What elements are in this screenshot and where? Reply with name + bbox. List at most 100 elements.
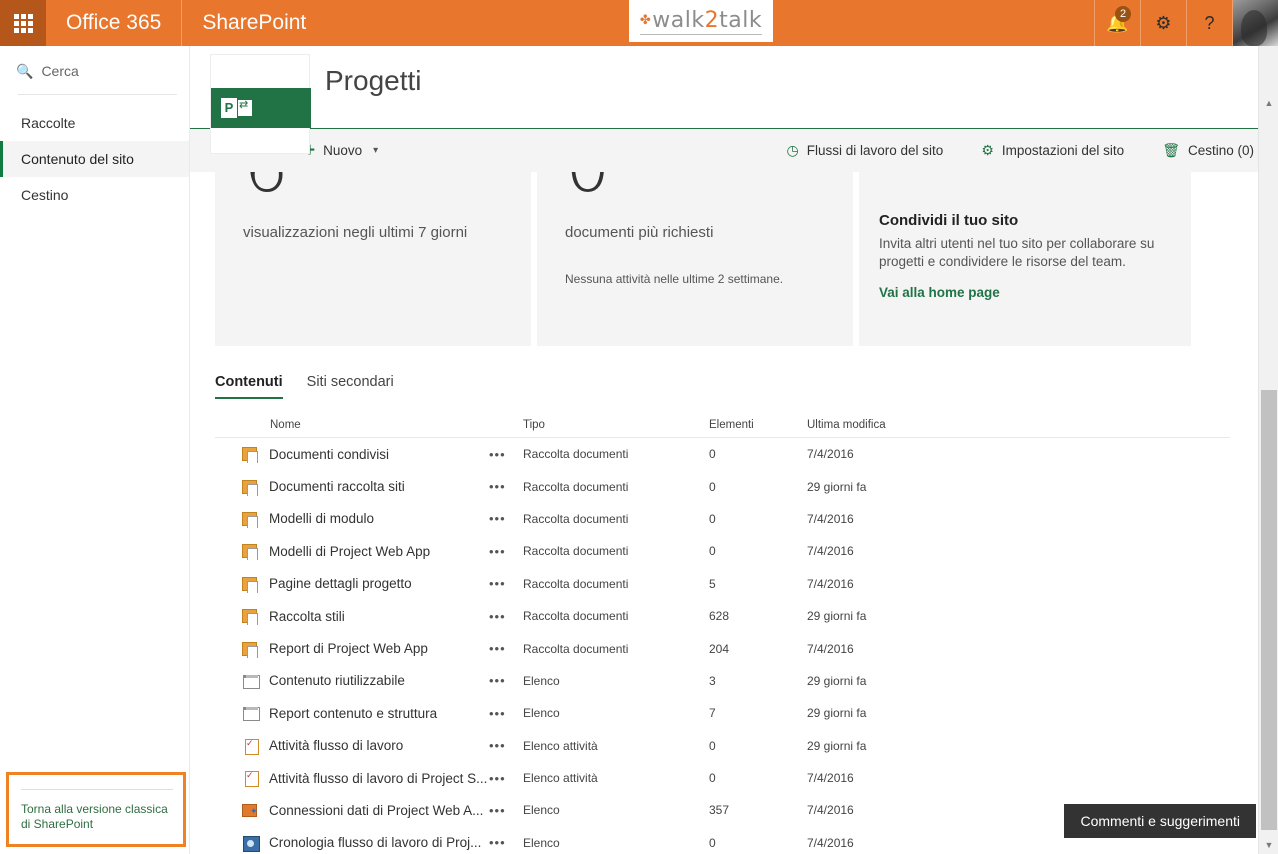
row-type-cell: Raccolta documenti xyxy=(523,511,629,526)
row-context-menu-button[interactable]: ••• xyxy=(489,835,523,850)
table-row[interactable]: Pagine dettagli progetto ••• Raccolta docu… xyxy=(215,568,1230,600)
row-name-cell[interactable]: Attività flusso di lavoro di Project S..… xyxy=(215,769,489,788)
column-header-elementi[interactable]: Elementi xyxy=(709,419,807,431)
notifications-button[interactable]: 🔔 2 xyxy=(1094,0,1140,46)
row-name-cell[interactable]: Documenti condivisi xyxy=(215,445,489,464)
table-row[interactable]: Contenuto riutilizzabile ••• Elenco 3 29 gio… xyxy=(215,665,1230,697)
classic-sharepoint-link[interactable]: Torna alla versione classica di SharePoi… xyxy=(21,802,173,832)
popular-docs-count: 0 xyxy=(565,172,611,202)
table-row[interactable]: Attività flusso di lavoro di Project S..… xyxy=(215,762,1230,794)
row-context-menu-button[interactable]: ••• xyxy=(489,609,523,624)
feedback-button[interactable]: Commenti e suggerimenti xyxy=(1064,804,1256,838)
row-modified-cell: 7/4/2016 xyxy=(807,511,854,526)
row-type-cell: Elenco attività xyxy=(523,738,598,753)
row-name-cell[interactable]: Modelli di modulo xyxy=(215,510,489,528)
data-connection-icon xyxy=(242,801,260,819)
command-bar-right: ◷ Flussi di lavoro del sito ⚙ Impostazio… xyxy=(783,129,1258,173)
row-context-menu-button[interactable]: ••• xyxy=(489,544,523,559)
row-type-cell: Raccolta documenti xyxy=(523,447,629,462)
row-name-label: Report contenuto e struttura xyxy=(269,705,438,721)
row-context-menu-button[interactable]: ••• xyxy=(489,803,523,818)
avatar[interactable] xyxy=(1232,0,1278,46)
table-row[interactable]: Raccolta stili ••• Raccolta documenti 628 29… xyxy=(215,600,1230,632)
page-title: Progetti xyxy=(325,65,422,96)
column-header-ultima-modifica[interactable]: Ultima modifica xyxy=(807,419,967,431)
document-library-icon xyxy=(242,510,260,528)
views-count: 6 xyxy=(243,172,289,202)
sidebar-item-cestino[interactable]: Cestino xyxy=(0,177,189,213)
table-row[interactable]: Documenti condivisi ••• Raccolta documenti… xyxy=(215,438,1230,470)
row-name-cell[interactable]: Cronologia flusso di lavoro di Proj... xyxy=(215,834,489,852)
ellipsis-icon: ••• xyxy=(489,479,506,495)
row-context-menu-button[interactable]: ••• xyxy=(489,738,523,753)
search-input[interactable]: 🔍 Cerca xyxy=(0,52,189,90)
site-workflows-button[interactable]: ◷ Flussi di lavoro del sito xyxy=(783,129,948,173)
site-logo-tile[interactable]: P xyxy=(210,54,311,154)
row-context-menu-button[interactable]: ••• xyxy=(489,771,523,786)
ellipsis-icon: ••• xyxy=(489,446,506,462)
row-context-menu-button[interactable]: ••• xyxy=(489,479,523,494)
row-context-menu-button[interactable]: ••• xyxy=(489,706,523,721)
site-settings-label: Impostazioni del sito xyxy=(1001,143,1125,158)
ellipsis-icon: ••• xyxy=(489,802,506,818)
site-logo-walk2talk[interactable]: ✤ walk 2 talk xyxy=(629,0,773,42)
scroll-down-arrow[interactable]: ▼ xyxy=(1259,836,1278,854)
row-name-cell[interactable]: Connessioni dati di Project Web A... xyxy=(215,801,489,819)
sidebar-item-raccolte[interactable]: Raccolte xyxy=(0,105,189,141)
ellipsis-icon: ••• xyxy=(489,511,506,527)
sharepoint-app-link[interactable]: SharePoint xyxy=(182,0,326,46)
row-name-cell[interactable]: Contenuto riutilizzabile xyxy=(215,672,489,690)
tab-contenuti[interactable]: Contenuti xyxy=(215,374,283,399)
ellipsis-icon: ••• xyxy=(489,835,506,851)
table-row[interactable]: Report contenuto e struttura ••• Elenco 7 29… xyxy=(215,697,1230,729)
row-items-cell: 357 xyxy=(709,803,730,818)
workflow-icon: ◷ xyxy=(786,142,799,158)
row-type-cell: Raccolta documenti xyxy=(523,479,629,494)
column-header-nome[interactable]: Nome xyxy=(215,419,489,431)
scrollbar-thumb[interactable] xyxy=(1261,390,1277,830)
classic-sharepoint-callout: Torna alla versione classica di SharePoi… xyxy=(6,772,186,847)
ellipsis-icon: ••• xyxy=(489,738,506,754)
help-button[interactable]: ? xyxy=(1186,0,1232,46)
command-bar-left: + Nuovo ▾ xyxy=(300,129,382,173)
go-to-home-page-link[interactable]: Vai alla home page xyxy=(879,285,1000,300)
row-name-cell[interactable]: Report di Project Web App xyxy=(215,640,489,658)
ellipsis-icon: ••• xyxy=(489,576,506,592)
row-context-menu-button[interactable]: ••• xyxy=(489,576,523,591)
vertical-scrollbar[interactable]: ▲ ▼ xyxy=(1258,46,1278,854)
row-modified-cell: 7/4/2016 xyxy=(807,641,854,656)
new-button[interactable]: + Nuovo ▾ xyxy=(300,129,382,173)
office365-brand-link[interactable]: Office 365 xyxy=(46,0,183,46)
tab-siti-secondari[interactable]: Siti secondari xyxy=(307,374,394,399)
table-row[interactable]: Report di Project Web App ••• Raccolta doc… xyxy=(215,632,1230,664)
row-context-menu-button[interactable]: ••• xyxy=(489,673,523,688)
ellipsis-icon: ••• xyxy=(489,543,506,559)
row-context-menu-button[interactable]: ••• xyxy=(489,511,523,526)
app-launcher-button[interactable] xyxy=(0,0,46,46)
row-items-cell: 0 xyxy=(709,835,716,850)
settings-button[interactable]: ⚙ xyxy=(1140,0,1186,46)
table-row[interactable]: Modelli di modulo ••• Raccolta documenti 0 7… xyxy=(215,503,1230,535)
row-name-cell[interactable]: Report contenuto e struttura xyxy=(215,704,489,722)
table-row[interactable]: Documenti raccolta siti ••• Raccolta docum… xyxy=(215,470,1230,502)
row-modified-cell: 7/4/2016 xyxy=(807,447,854,462)
sidebar-item-contenuto-del-sito[interactable]: Contenuto del sito xyxy=(0,141,189,177)
row-name-label: Modelli di Project Web App xyxy=(269,543,431,559)
site-workflows-label: Flussi di lavoro del sito xyxy=(806,143,944,158)
row-context-menu-button[interactable]: ••• xyxy=(489,447,523,462)
row-name-cell[interactable]: Modelli di Project Web App xyxy=(215,542,489,561)
recycle-bin-button[interactable]: 🗑 Cestino (0) xyxy=(1158,129,1258,173)
row-context-menu-button[interactable]: ••• xyxy=(489,641,523,656)
office365-brand-label: Office 365 xyxy=(66,11,162,34)
row-name-cell[interactable]: Attività flusso di lavoro xyxy=(215,737,489,755)
column-header-tipo[interactable]: Tipo xyxy=(523,419,709,431)
row-modified-cell: 29 giorni fa xyxy=(807,738,867,753)
scroll-up-arrow[interactable]: ▲ xyxy=(1259,94,1278,112)
table-row[interactable]: Modelli di Project Web App ••• Raccolta do… xyxy=(215,535,1230,567)
table-row[interactable]: Attività flusso di lavoro ••• Elenco attiv… xyxy=(215,730,1230,762)
row-name-cell[interactable]: Pagine dettagli progetto xyxy=(215,575,489,593)
site-settings-button[interactable]: ⚙ Impostazioni del sito xyxy=(977,129,1128,173)
row-name-cell[interactable]: Documenti raccolta siti xyxy=(215,478,489,496)
row-name-cell[interactable]: Raccolta stili xyxy=(215,607,489,626)
content-tabs: Contenuti Siti secondari xyxy=(215,374,1258,399)
